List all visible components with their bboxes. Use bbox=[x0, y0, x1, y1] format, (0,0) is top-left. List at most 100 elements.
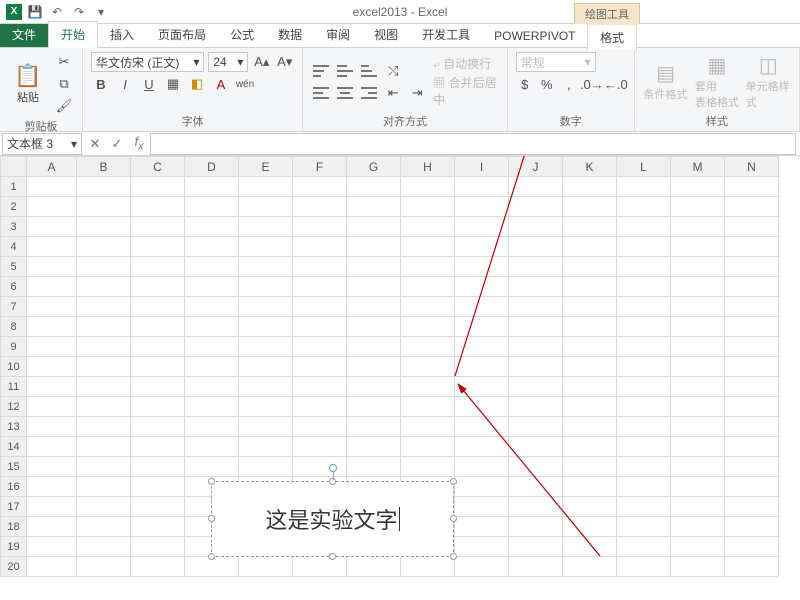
cell[interactable] bbox=[617, 557, 671, 577]
cell[interactable] bbox=[401, 337, 455, 357]
cell[interactable] bbox=[131, 177, 185, 197]
decrease-decimal-icon[interactable]: ←.0 bbox=[606, 74, 626, 94]
cell[interactable] bbox=[239, 377, 293, 397]
formula-bar[interactable] bbox=[150, 133, 796, 155]
font-color-button[interactable]: A bbox=[211, 74, 231, 94]
row-header[interactable]: 4 bbox=[1, 237, 27, 257]
cell[interactable] bbox=[185, 417, 239, 437]
cell[interactable] bbox=[671, 197, 725, 217]
cell[interactable] bbox=[725, 217, 779, 237]
cell[interactable] bbox=[455, 477, 509, 497]
cell[interactable] bbox=[617, 477, 671, 497]
column-header[interactable]: D bbox=[185, 157, 239, 177]
row-header[interactable]: 9 bbox=[1, 337, 27, 357]
cell[interactable] bbox=[401, 557, 455, 577]
cell[interactable] bbox=[725, 237, 779, 257]
cell[interactable] bbox=[455, 457, 509, 477]
cell[interactable] bbox=[617, 217, 671, 237]
conditional-format-button[interactable]: ▤条件格式 bbox=[643, 61, 688, 102]
cell[interactable] bbox=[617, 177, 671, 197]
cell[interactable] bbox=[293, 217, 347, 237]
cell[interactable] bbox=[185, 217, 239, 237]
tab-data[interactable]: 数据 bbox=[266, 22, 314, 47]
cell[interactable] bbox=[563, 497, 617, 517]
cell[interactable] bbox=[27, 197, 77, 217]
column-header[interactable]: C bbox=[131, 157, 185, 177]
cell[interactable] bbox=[401, 197, 455, 217]
cell[interactable] bbox=[455, 417, 509, 437]
cell[interactable] bbox=[563, 417, 617, 437]
column-header[interactable]: K bbox=[563, 157, 617, 177]
cell[interactable] bbox=[77, 197, 131, 217]
cell[interactable] bbox=[563, 357, 617, 377]
phonetic-button[interactable]: wén bbox=[235, 74, 255, 94]
cell[interactable] bbox=[131, 477, 185, 497]
number-format-select[interactable]: 常规▾ bbox=[516, 52, 596, 72]
cell[interactable] bbox=[725, 457, 779, 477]
cell[interactable] bbox=[347, 197, 401, 217]
row-header[interactable]: 20 bbox=[1, 557, 27, 577]
cell[interactable] bbox=[347, 357, 401, 377]
cell[interactable] bbox=[725, 317, 779, 337]
resize-handle[interactable] bbox=[329, 553, 336, 560]
tab-home[interactable]: 开始 bbox=[48, 21, 98, 48]
cell[interactable] bbox=[617, 257, 671, 277]
cell[interactable] bbox=[509, 457, 563, 477]
cell[interactable] bbox=[671, 217, 725, 237]
cell[interactable] bbox=[563, 237, 617, 257]
cell[interactable] bbox=[509, 397, 563, 417]
cell[interactable] bbox=[455, 557, 509, 577]
column-header[interactable]: F bbox=[293, 157, 347, 177]
cell[interactable] bbox=[293, 277, 347, 297]
cell[interactable] bbox=[77, 477, 131, 497]
row-header[interactable]: 12 bbox=[1, 397, 27, 417]
merge-center-button[interactable]: ▦ 合并后居中 bbox=[433, 74, 498, 108]
name-box[interactable]: 文本框 3▾ bbox=[2, 133, 82, 155]
tab-view[interactable]: 视图 bbox=[362, 22, 410, 47]
cell[interactable] bbox=[347, 337, 401, 357]
cell[interactable] bbox=[27, 457, 77, 477]
cell[interactable] bbox=[455, 217, 509, 237]
tab-powerpivot[interactable]: POWERPIVOT bbox=[482, 25, 587, 47]
cell[interactable] bbox=[27, 337, 77, 357]
cell[interactable] bbox=[77, 457, 131, 477]
redo-icon[interactable]: ↷ bbox=[70, 3, 88, 21]
cell[interactable] bbox=[617, 437, 671, 457]
decrease-font-icon[interactable]: A▾ bbox=[275, 52, 294, 72]
cell[interactable] bbox=[455, 337, 509, 357]
cell[interactable] bbox=[401, 257, 455, 277]
cell[interactable] bbox=[509, 337, 563, 357]
cell[interactable] bbox=[27, 297, 77, 317]
cell[interactable] bbox=[185, 177, 239, 197]
cell[interactable] bbox=[725, 337, 779, 357]
cell[interactable] bbox=[131, 337, 185, 357]
cell[interactable] bbox=[131, 217, 185, 237]
cell[interactable] bbox=[239, 337, 293, 357]
cell[interactable] bbox=[671, 377, 725, 397]
row-header[interactable]: 16 bbox=[1, 477, 27, 497]
cell[interactable] bbox=[239, 457, 293, 477]
cell[interactable] bbox=[347, 377, 401, 397]
cell[interactable] bbox=[563, 297, 617, 317]
cell[interactable] bbox=[671, 397, 725, 417]
cell[interactable] bbox=[77, 237, 131, 257]
cell[interactable] bbox=[27, 377, 77, 397]
cell[interactable] bbox=[401, 177, 455, 197]
cell[interactable] bbox=[239, 357, 293, 377]
worksheet-grid[interactable]: ABCDEFGHIJKLMN12345678910111213141516171… bbox=[0, 156, 800, 600]
cell[interactable] bbox=[239, 317, 293, 337]
cell[interactable] bbox=[239, 437, 293, 457]
cell[interactable] bbox=[347, 217, 401, 237]
cell[interactable] bbox=[725, 377, 779, 397]
cell[interactable] bbox=[563, 217, 617, 237]
cell[interactable] bbox=[671, 417, 725, 437]
cell[interactable] bbox=[27, 237, 77, 257]
cell[interactable] bbox=[509, 197, 563, 217]
column-header[interactable]: H bbox=[401, 157, 455, 177]
cell[interactable] bbox=[347, 177, 401, 197]
percent-icon[interactable]: % bbox=[538, 74, 556, 94]
cell[interactable] bbox=[77, 337, 131, 357]
select-all-corner[interactable] bbox=[1, 157, 27, 177]
cell[interactable] bbox=[725, 497, 779, 517]
cell[interactable] bbox=[131, 317, 185, 337]
